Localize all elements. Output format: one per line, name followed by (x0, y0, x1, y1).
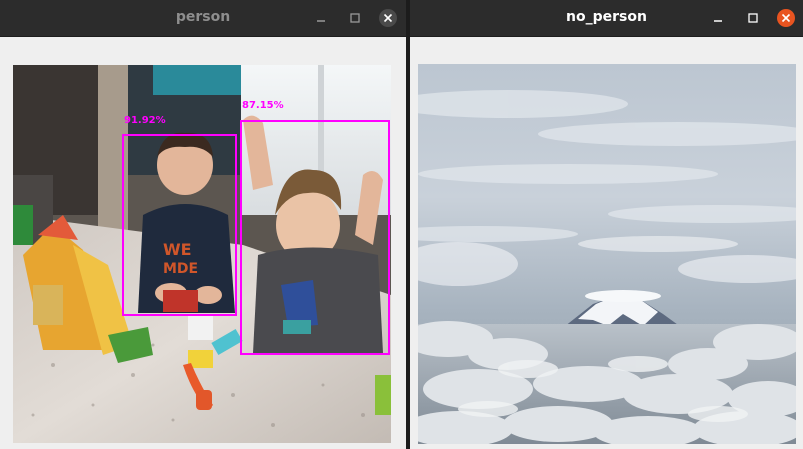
close-icon (379, 9, 397, 27)
minimize-button[interactable] (709, 9, 727, 27)
close-icon (777, 9, 795, 27)
close-button[interactable] (777, 9, 795, 27)
detection-box (122, 134, 237, 316)
person-window: person WE MDE 91.92% 87.15% (0, 0, 406, 449)
minimize-icon (714, 20, 722, 22)
no-person-image (418, 64, 796, 444)
mountain-clouds-photo (418, 64, 796, 444)
minimize-button[interactable] (312, 9, 330, 27)
detection-box (240, 120, 390, 355)
minimize-icon (317, 20, 325, 22)
maximize-button[interactable] (744, 9, 762, 27)
no-person-titlebar[interactable]: no_person (410, 0, 803, 37)
detection-label: 87.15% (242, 100, 284, 111)
no-person-window: no_person (410, 0, 803, 449)
maximize-icon (350, 13, 360, 23)
close-button[interactable] (379, 9, 397, 27)
detection-label: 91.92% (124, 115, 166, 126)
maximize-button[interactable] (346, 9, 364, 27)
person-image: WE MDE 91.92% 87.15% (13, 65, 391, 443)
person-titlebar[interactable]: person (0, 0, 406, 37)
maximize-icon (748, 13, 758, 23)
